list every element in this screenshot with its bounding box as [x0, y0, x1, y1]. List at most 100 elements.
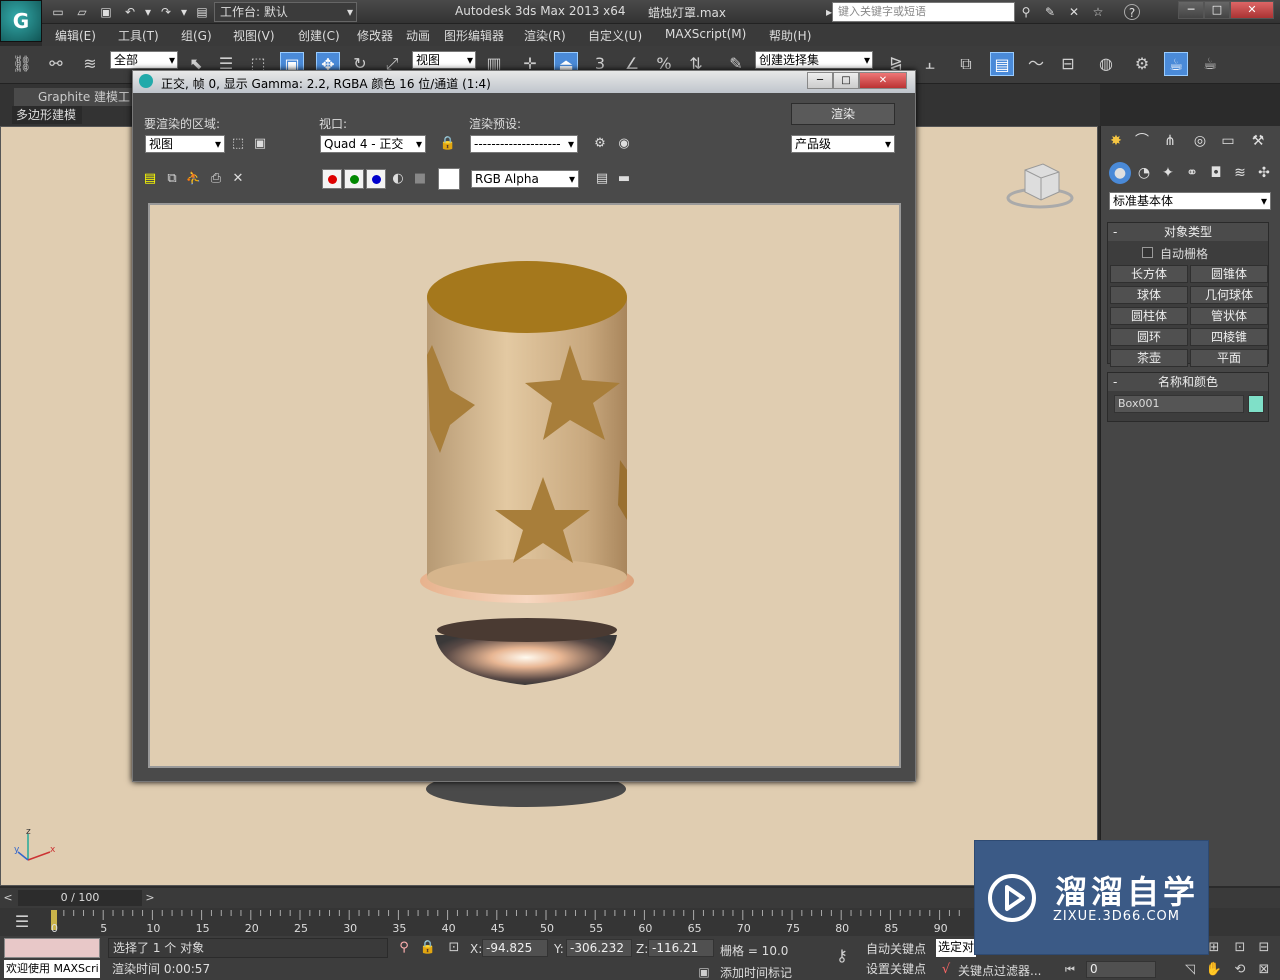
- selection-lock-icon[interactable]: 🔒: [416, 936, 440, 960]
- layer-manager-icon[interactable]: ⧉: [954, 52, 978, 76]
- object-name-input[interactable]: Box001: [1114, 395, 1244, 413]
- quality-select[interactable]: 产品级: [791, 135, 895, 153]
- time-tag-icon[interactable]: ▣: [694, 960, 714, 980]
- zoom-extents-all-icon[interactable]: ⊟: [1254, 936, 1274, 956]
- save-file-icon[interactable]: ▣: [98, 4, 114, 20]
- rw-close-button[interactable]: ✕: [859, 72, 907, 89]
- x-coord-input[interactable]: -94.825: [482, 939, 548, 957]
- rw-maximize-button[interactable]: □: [833, 72, 859, 89]
- menu-create[interactable]: 创建(C): [298, 27, 340, 44]
- copy-image-icon[interactable]: ⧉: [163, 170, 181, 188]
- subscription-icon[interactable]: ✎: [1042, 4, 1058, 20]
- monochrome-icon[interactable]: ■: [411, 170, 429, 188]
- render-preset-select[interactable]: --------------------: [470, 135, 578, 153]
- shapes-icon[interactable]: ◔: [1133, 162, 1155, 184]
- render-button[interactable]: 渲染: [791, 103, 895, 125]
- ribbon-tab-graphite[interactable]: Graphite 建模工: [14, 88, 144, 106]
- time-prev-icon[interactable]: <: [0, 888, 16, 908]
- schematic-view-icon[interactable]: ⊟: [1056, 52, 1080, 76]
- y-coord-input[interactable]: -306.232: [566, 939, 632, 957]
- area-to-render-select[interactable]: 视图: [145, 135, 225, 153]
- frame-counter[interactable]: 0 / 100: [18, 890, 142, 906]
- clone-frame-icon[interactable]: ⛹: [185, 170, 203, 188]
- graphite-toggle-icon[interactable]: ▤: [990, 52, 1014, 76]
- new-file-icon[interactable]: ▭: [50, 4, 66, 20]
- viewport-select[interactable]: Quad 4 - 正交: [320, 135, 426, 153]
- key-selection-select[interactable]: 选定对: [936, 939, 976, 957]
- create-tab-icon[interactable]: ✸: [1105, 130, 1127, 152]
- edit-region-icon[interactable]: ⬚: [229, 135, 247, 153]
- geometry-category-select[interactable]: 标准基本体: [1109, 192, 1271, 210]
- render-setup-small-icon[interactable]: ⚙: [591, 135, 609, 153]
- select-and-link-icon[interactable]: ⛓: [10, 52, 34, 76]
- object-type-header[interactable]: - 对象类型: [1108, 223, 1268, 241]
- teapot-button[interactable]: 茶壶: [1110, 349, 1188, 367]
- redo-dropdown-icon[interactable]: ▾: [176, 4, 192, 20]
- lights-icon[interactable]: ✦: [1157, 162, 1179, 184]
- set-key-icon[interactable]: ⚷: [830, 944, 854, 968]
- time-config-icon[interactable]: ⏮: [1060, 958, 1080, 978]
- cone-button[interactable]: 圆锥体: [1190, 265, 1268, 283]
- plane-button[interactable]: 平面: [1190, 349, 1268, 367]
- lock-viewport-icon[interactable]: 🔒: [439, 135, 457, 153]
- workspace-select[interactable]: 工作台: 默认: [214, 2, 357, 22]
- alpha-channel-icon[interactable]: ◐: [389, 170, 407, 188]
- current-frame-input[interactable]: 0: [1086, 961, 1156, 978]
- object-color-swatch[interactable]: [1248, 395, 1264, 413]
- maxscript-listener-mini[interactable]: [4, 938, 100, 958]
- display-tab-icon[interactable]: ▭: [1217, 130, 1239, 152]
- align-icon[interactable]: ⫠: [918, 52, 942, 76]
- cameras-icon[interactable]: ⚭: [1181, 162, 1203, 184]
- absolute-mode-icon[interactable]: ⊡: [442, 936, 466, 960]
- maximize-button[interactable]: □: [1204, 1, 1230, 19]
- systems-icon[interactable]: ✣: [1253, 162, 1275, 184]
- unlink-icon[interactable]: ⚯: [44, 52, 68, 76]
- toggle-ui-icon[interactable]: ▬: [615, 170, 633, 188]
- torus-button[interactable]: 圆环: [1110, 328, 1188, 346]
- menu-modifiers[interactable]: 修改器: [357, 27, 393, 44]
- binoculars-icon[interactable]: ⚲: [1018, 4, 1034, 20]
- toggle-ui-overlay-icon[interactable]: ▤: [593, 170, 611, 188]
- menu-maxscript[interactable]: MAXScript(M): [665, 27, 746, 41]
- space-warps-icon[interactable]: ≋: [1229, 162, 1251, 184]
- menu-group[interactable]: 组(G): [181, 27, 212, 44]
- time-next-icon[interactable]: >: [142, 888, 158, 908]
- field-of-view-icon[interactable]: ◹: [1180, 958, 1200, 978]
- key-filters-button[interactable]: 关键点过滤器...: [958, 962, 1041, 979]
- menu-customize[interactable]: 自定义(U): [588, 27, 642, 44]
- menu-edit[interactable]: 编辑(E): [55, 27, 96, 44]
- hierarchy-tab-icon[interactable]: ⋔: [1159, 130, 1181, 152]
- utilities-tab-icon[interactable]: ⚒: [1247, 130, 1269, 152]
- geosphere-button[interactable]: 几何球体: [1190, 286, 1268, 304]
- redo-icon[interactable]: ↷: [158, 4, 174, 20]
- helpers-icon[interactable]: ◘: [1205, 162, 1227, 184]
- rw-minimize-button[interactable]: ─: [807, 72, 833, 89]
- menu-graph-editors[interactable]: 图形编辑器: [444, 27, 504, 44]
- curve-editor-icon[interactable]: 〜: [1024, 52, 1048, 76]
- add-time-tag-button[interactable]: 添加时间标记: [720, 964, 792, 980]
- orbit-icon[interactable]: ⟲: [1230, 958, 1250, 978]
- render-window-titlebar[interactable]: 正交, 帧 0, 显示 Gamma: 2.2, RGBA 颜色 16 位/通道 …: [133, 71, 915, 93]
- auto-region-icon[interactable]: ▣: [251, 135, 269, 153]
- minimize-button[interactable]: ─: [1178, 1, 1204, 19]
- cylinder-button[interactable]: 圆柱体: [1110, 307, 1188, 325]
- z-coord-input[interactable]: -116.21: [648, 939, 714, 957]
- menu-rendering[interactable]: 渲染(R): [524, 27, 566, 44]
- help-icon[interactable]: ?: [1124, 4, 1140, 20]
- set-key-button[interactable]: 设置关键点: [866, 960, 932, 978]
- reference-coord-select[interactable]: 视图: [412, 51, 476, 69]
- geometry-icon[interactable]: ●: [1109, 162, 1131, 184]
- undo-dropdown-icon[interactable]: ▾: [140, 4, 156, 20]
- autogrid-checkbox[interactable]: [1142, 247, 1153, 258]
- save-image-icon[interactable]: ▤: [141, 170, 159, 188]
- tube-button[interactable]: 管状体: [1190, 307, 1268, 325]
- render-setup-icon[interactable]: ⚙: [1130, 52, 1154, 76]
- red-channel-toggle[interactable]: [322, 169, 342, 189]
- selection-filter-select[interactable]: 全部: [110, 51, 178, 69]
- open-file-icon[interactable]: ▱: [74, 4, 90, 20]
- swatch-box[interactable]: [438, 168, 460, 190]
- search-input[interactable]: 键入关键字或短语: [832, 2, 1015, 22]
- modify-tab-icon[interactable]: ⌒: [1131, 130, 1153, 152]
- close-button[interactable]: ✕: [1230, 1, 1274, 19]
- ribbon-tab-polygon-modeling[interactable]: 多边形建模: [12, 106, 82, 124]
